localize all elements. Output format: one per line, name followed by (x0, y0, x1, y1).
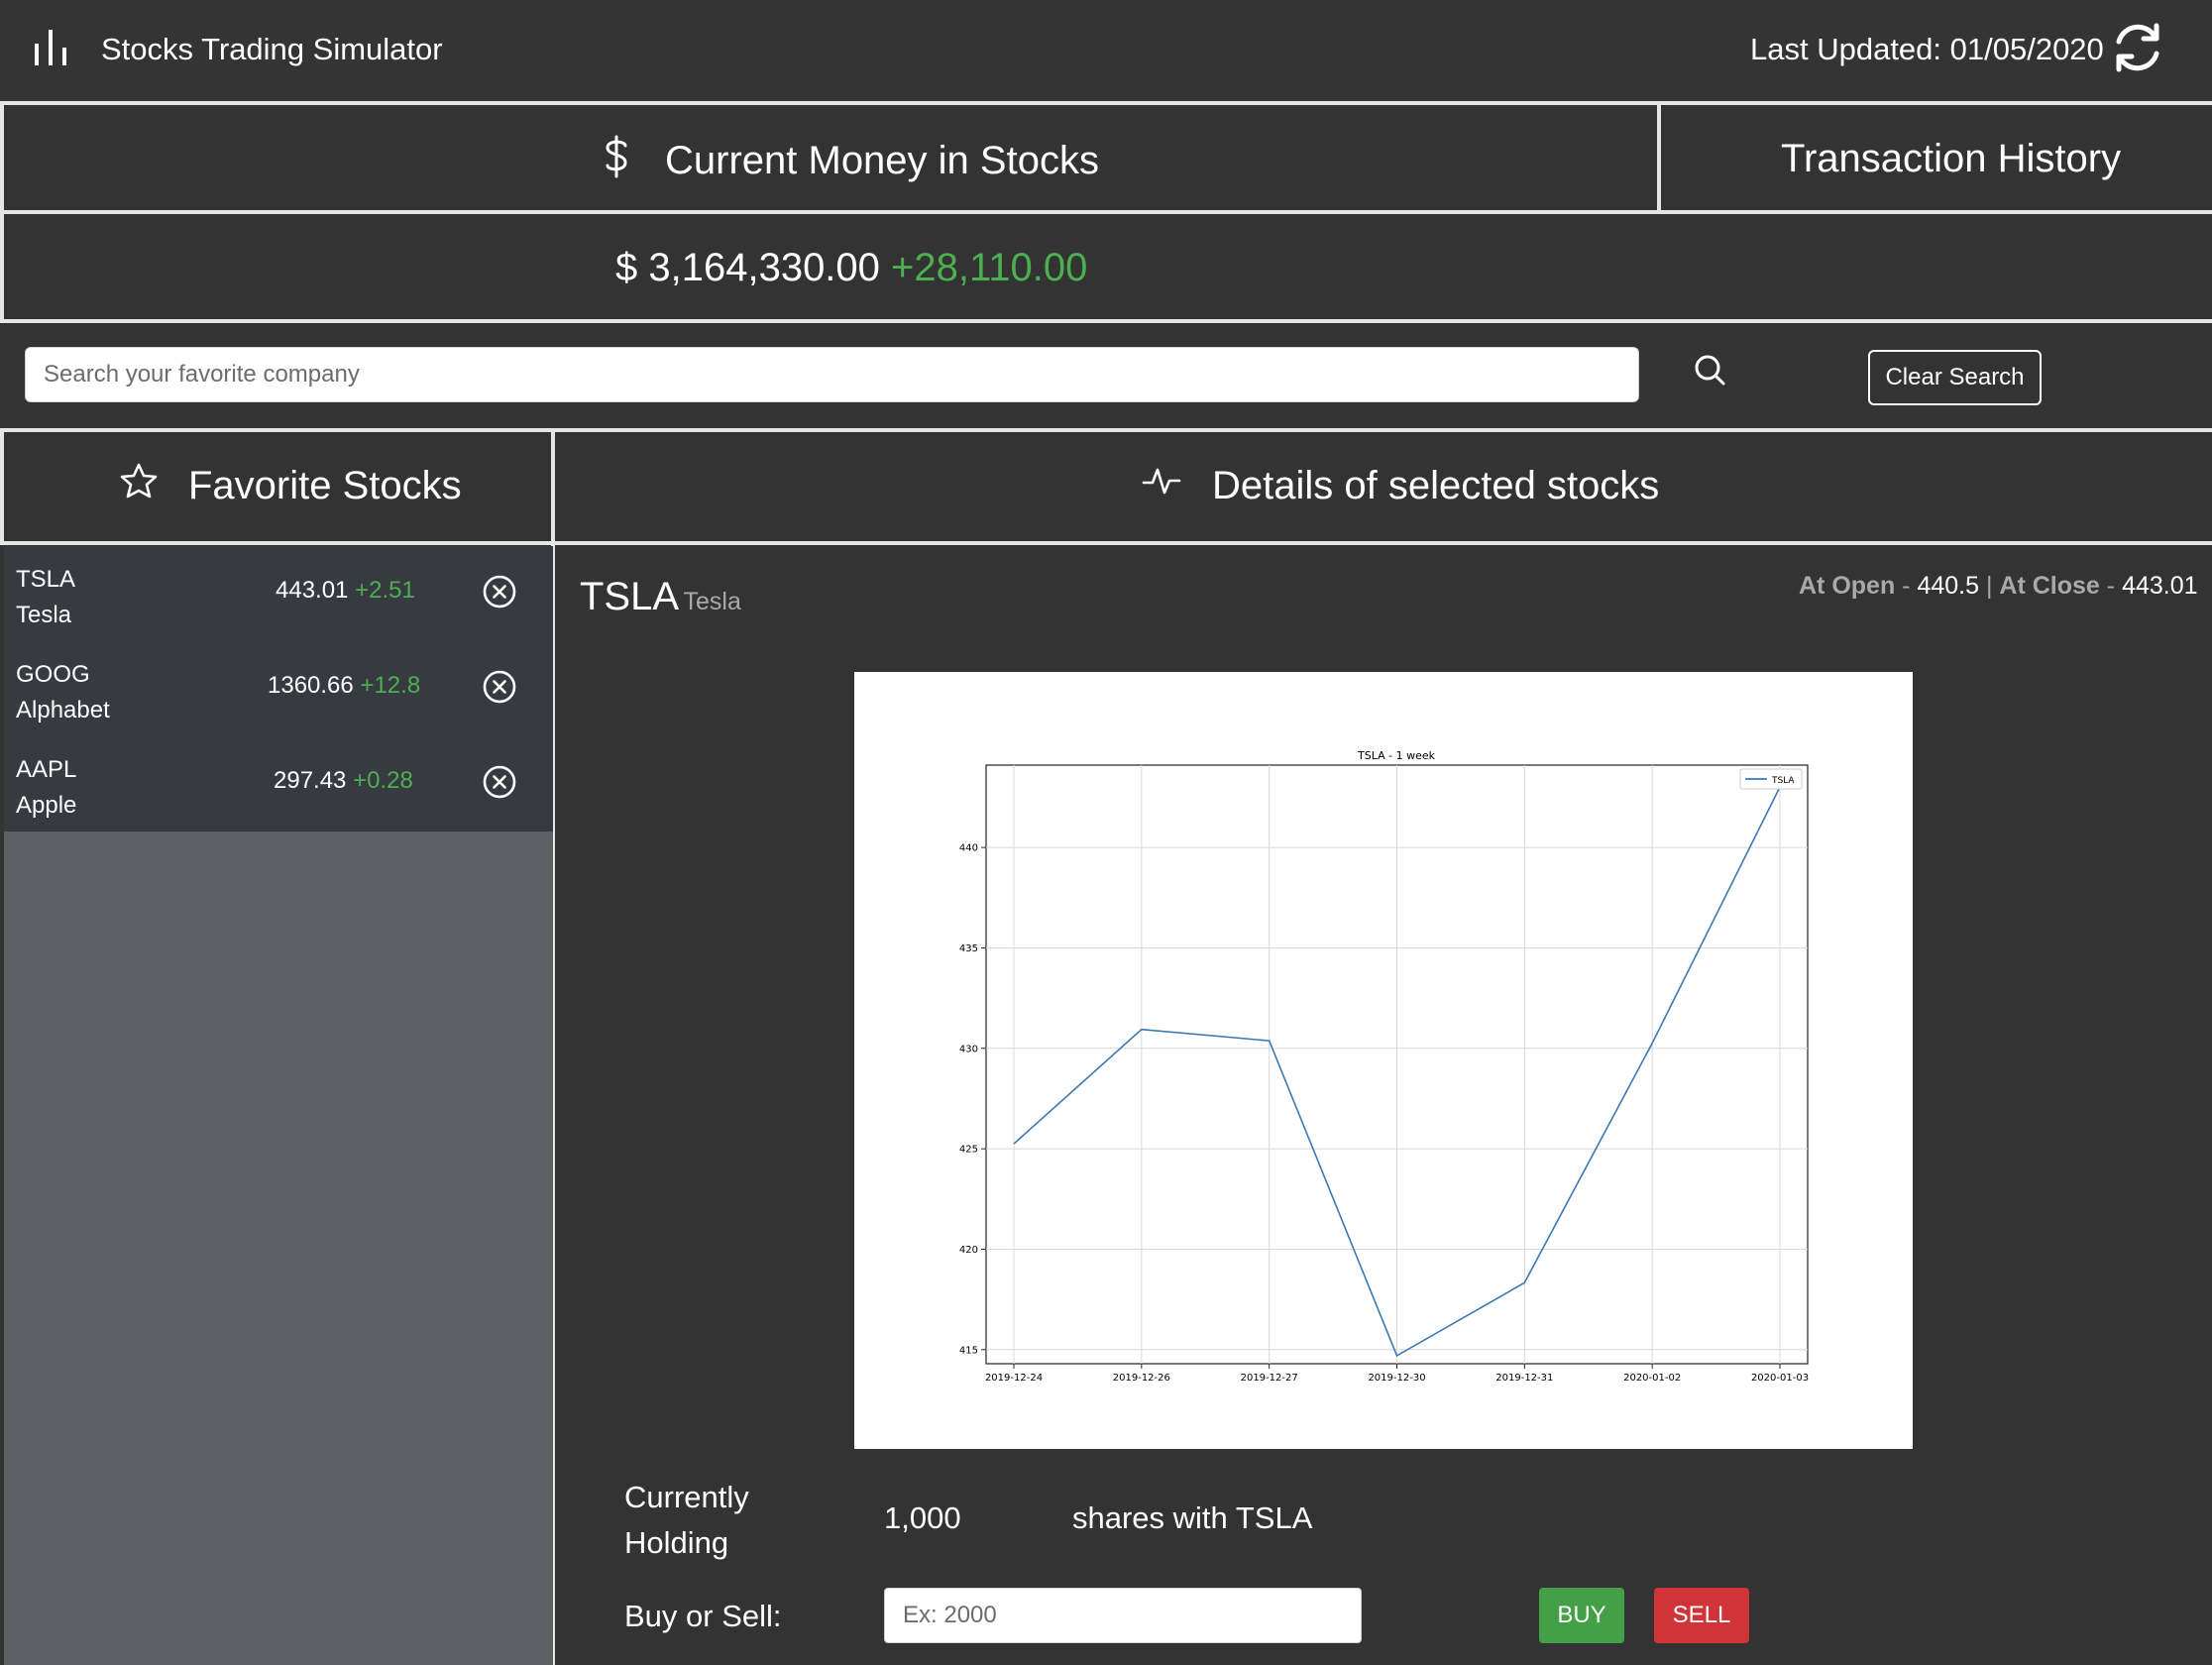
divider (0, 541, 2212, 545)
navbar: Stocks Trading Simulator Last Updated: 0… (0, 0, 2212, 101)
x-tick-label: 2019-12-26 (1113, 1373, 1170, 1384)
holding-label-line: Currently (624, 1480, 749, 1514)
remove-circle-icon[interactable] (482, 764, 517, 800)
favorite-change: +0.28 (353, 767, 413, 794)
divider (1657, 101, 1661, 214)
star-icon (120, 463, 158, 499)
favorite-symbol-block: AAPL Apple (16, 752, 76, 824)
favorite-item-goog[interactable]: GOOG Alphabet 1360.66 +12.8 (4, 641, 553, 736)
legend-label: TSLA (1771, 776, 1795, 786)
money-summary: $ 3,164,330.00 +28,110.00 (615, 246, 1087, 290)
x-tick-label: 2019-12-24 (985, 1373, 1043, 1384)
y-tick-label: 425 (959, 1145, 978, 1156)
separator: | (1985, 572, 1993, 600)
y-tick-label: 415 (959, 1345, 978, 1356)
holding-suffix: shares with TSLA (1072, 1500, 1313, 1535)
refresh-icon[interactable] (2109, 20, 2166, 75)
x-tick-label: 2019-12-27 (1241, 1373, 1298, 1384)
x-tick-label: 2019-12-31 (1495, 1373, 1553, 1384)
favorite-price: 1360.66 (268, 672, 354, 699)
buy-button[interactable]: BUY (1539, 1588, 1624, 1643)
chart-legend: TSLA (1739, 768, 1803, 790)
favorite-change: +2.51 (355, 577, 415, 604)
divider (0, 101, 2212, 105)
favorite-symbol: GOOG (16, 661, 90, 688)
favorite-price-block: 297.43 +0.28 (274, 767, 413, 795)
stock-chart: 2019-12-24 2019-12-26 2019-12-27 2019-12-30… (854, 672, 1913, 1449)
trade-label: Buy or Sell: (624, 1599, 782, 1633)
details-title: Details of selected stocks (1212, 464, 1660, 507)
dash: - (2106, 572, 2116, 600)
open-label: At Open (1799, 572, 1896, 600)
holding-label: Currently Holding (624, 1475, 749, 1566)
favorite-company: Tesla (16, 602, 72, 628)
transaction-history-link[interactable]: Transaction History (1781, 137, 2121, 181)
bar-chart-icon (35, 30, 66, 65)
sell-button[interactable]: SELL (1654, 1588, 1749, 1643)
stock-company: Tesla (683, 588, 741, 615)
divider (0, 428, 2212, 432)
y-tick-label: 435 (959, 944, 978, 954)
favorite-company: Alphabet (16, 697, 110, 723)
activity-icon (1142, 468, 1181, 495)
favorites-title: Favorite Stocks (188, 464, 462, 507)
divider (0, 319, 2212, 323)
search-input[interactable] (25, 347, 1639, 402)
dollar-icon (606, 135, 627, 178)
chart-svg: 2019-12-24 2019-12-26 2019-12-27 2019-12-30… (959, 749, 1809, 1384)
holding-value: 1,000 (884, 1500, 961, 1535)
search-icon[interactable] (1693, 353, 1728, 388)
favorite-item-tsla[interactable]: TSLA Tesla 443.01 +2.51 (4, 546, 553, 641)
stock-symbol: TSLA (580, 575, 680, 618)
y-tick-label: 440 (959, 843, 978, 854)
app-title: Stocks Trading Simulator (101, 32, 443, 66)
money-change: +28,110.00 (891, 246, 1088, 289)
divider (0, 428, 4, 545)
last-updated: Last Updated: 01/05/2020 (1750, 32, 2104, 66)
holding-label-line: Holding (624, 1525, 729, 1560)
money-label: Current Money in Stocks (665, 139, 1099, 182)
dash: - (1902, 572, 1911, 600)
x-tick-label: 2019-12-30 (1368, 1373, 1425, 1384)
y-tick-label: 420 (959, 1245, 978, 1256)
remove-circle-icon[interactable] (482, 669, 517, 705)
money-amount: $ 3,164,330.00 (615, 246, 880, 289)
clear-search-button[interactable]: Clear Search (1868, 350, 2042, 405)
chart-title: TSLA - 1 week (1357, 749, 1436, 762)
open-value: 440.5 (1917, 572, 1980, 600)
x-tick-label: 2020-01-02 (1623, 1373, 1681, 1384)
favorite-symbol-block: GOOG Alphabet (16, 657, 110, 728)
stock-heading: TSLA Tesla (580, 575, 741, 619)
quantity-input[interactable] (884, 1588, 1362, 1643)
close-value: 443.01 (2122, 572, 2198, 600)
remove-circle-icon[interactable] (482, 574, 517, 610)
favorite-price: 297.43 (274, 767, 347, 794)
favorite-symbol-block: TSLA Tesla (16, 562, 75, 633)
favorite-price-block: 443.01 +2.51 (276, 577, 415, 605)
favorite-price: 443.01 (276, 577, 349, 604)
divider (0, 210, 2212, 214)
favorite-company: Apple (16, 792, 77, 819)
open-close-info: At Open - 440.5 | At Close - 443.01 (1799, 572, 2198, 601)
favorite-item-aapl[interactable]: AAPL Apple 297.43 +0.28 (4, 736, 553, 832)
y-tick-label: 430 (959, 1044, 978, 1054)
favorite-price-block: 1360.66 +12.8 (268, 672, 420, 700)
favorites-list: TSLA Tesla 443.01 +2.51 GOOG Alphabet 13… (4, 546, 553, 1665)
favorite-change: +12.8 (360, 672, 421, 699)
close-label: At Close (1999, 572, 2100, 600)
favorite-symbol: AAPL (16, 756, 77, 783)
favorite-symbol: TSLA (16, 566, 76, 593)
x-tick-label: 2020-01-03 (1751, 1373, 1809, 1384)
